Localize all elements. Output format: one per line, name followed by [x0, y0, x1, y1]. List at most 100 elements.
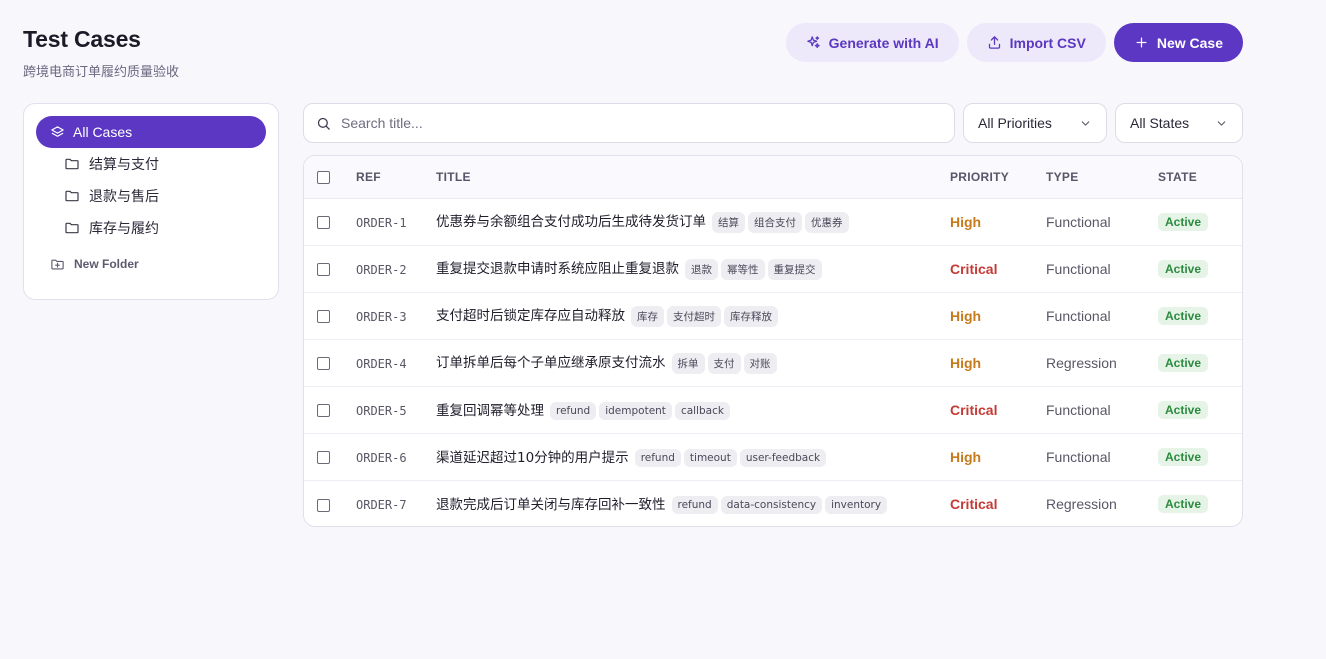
row-checkbox[interactable] [317, 216, 330, 230]
priority-label: High [950, 213, 982, 230]
row-checkbox[interactable] [317, 498, 330, 512]
title-cell: 订单拆单后每个子单应继承原支付流水 拆单 支付 对账 [436, 339, 950, 387]
case-ref: ORDER-1 [356, 215, 407, 230]
priority-filter-value: All Priorities [978, 115, 1052, 131]
type-cell: Functional [1046, 292, 1158, 340]
tag-badge: 支付 [707, 352, 741, 374]
sidebar-folder-item[interactable]: 结算与支付 [36, 148, 266, 180]
status-badge: Active [1158, 306, 1209, 325]
tag-badge: refund [550, 402, 597, 421]
status-badge: Active [1158, 400, 1209, 419]
folder-label: 库存与履约 [89, 221, 159, 237]
case-title-link[interactable]: 渠道延迟超过10分钟的用户提示 [436, 450, 629, 466]
row-checkbox-cell [304, 245, 356, 293]
table-header-row: REF TITLE PRIORITY TYPE STATE [304, 156, 1242, 199]
priority-cell: High [950, 198, 1046, 246]
title-cell: 重复回调幂等处理 refund idempotent callback [436, 386, 950, 434]
folder-plus-icon [51, 259, 64, 269]
state-cell: Active [1158, 386, 1242, 434]
sidebar-item-all-cases[interactable]: All Cases [36, 116, 266, 148]
tag-badge: 支付超时 [667, 305, 721, 327]
case-ref: ORDER-4 [356, 356, 407, 371]
type-cell: Regression [1046, 339, 1158, 387]
chevron-down-icon [1217, 120, 1226, 126]
priority-label: High [950, 307, 982, 324]
type-cell: Regression [1046, 480, 1158, 526]
priority-cell: High [950, 339, 1046, 387]
sidebar-folder-item[interactable]: 退款与售后 [36, 180, 266, 212]
table-row[interactable]: ORDER-6 渠道延迟超过10分钟的用户提示 refund timeout user-… [304, 433, 1242, 481]
table-row[interactable]: ORDER-4 订单拆单后每个子单应继承原支付流水 拆单 支付 对账 High Regres… [304, 339, 1242, 387]
tag-badge: 重复提交 [767, 258, 822, 280]
column-header-priority[interactable]: PRIORITY [950, 156, 1046, 199]
column-header-state[interactable]: STATE [1158, 156, 1242, 199]
select-all-checkbox[interactable] [317, 170, 330, 184]
layers-icon [51, 125, 64, 137]
row-checkbox[interactable] [317, 357, 330, 371]
type-cell: Functional [1046, 386, 1158, 434]
state-cell: Active [1158, 433, 1242, 481]
search-input[interactable] [341, 115, 921, 131]
new-case-button[interactable]: New Case [1113, 23, 1243, 62]
ref-cell: ORDER-6 [356, 433, 436, 481]
ref-cell: ORDER-7 [356, 480, 436, 526]
table-row[interactable]: ORDER-5 重复回调幂等处理 refund idempotent callback C… [304, 386, 1242, 434]
sidebar-folder-item[interactable]: 库存与履约 [36, 212, 266, 244]
row-checkbox[interactable] [317, 404, 330, 418]
search-icon [317, 117, 330, 130]
title-cell: 优惠券与余额组合支付成功后生成待发货订单 结算 组合支付 优惠券 [436, 198, 950, 246]
tag-badge: refund [634, 449, 681, 468]
row-checkbox[interactable] [317, 263, 330, 277]
type-label: Functional [1046, 448, 1111, 465]
table-row[interactable]: ORDER-2 重复提交退款申请时系统应阻止重复退款 退款 幂等性 重复提交 Critic… [304, 245, 1242, 293]
state-cell: Active [1158, 339, 1242, 387]
sparkles-icon [806, 36, 820, 49]
row-checkbox[interactable] [317, 310, 330, 324]
ref-cell: ORDER-2 [356, 245, 436, 293]
state-filter-select[interactable]: All States [1115, 103, 1243, 143]
column-header-title[interactable]: TITLE [436, 156, 950, 199]
case-title-link[interactable]: 重复回调幂等处理 [436, 403, 544, 419]
ref-cell: ORDER-1 [356, 198, 436, 246]
case-ref: ORDER-7 [356, 497, 407, 512]
import-csv-button[interactable]: Import CSV [966, 23, 1106, 62]
tag-badge: 组合支付 [748, 211, 802, 233]
generate-ai-button[interactable]: Generate with AI [785, 23, 959, 62]
priority-label: Critical [950, 401, 998, 418]
import-csv-label: Import CSV [1009, 34, 1086, 51]
status-badge: Active [1158, 447, 1209, 466]
tag-badge: 对账 [743, 352, 777, 374]
state-filter-value: All States [1130, 115, 1190, 131]
chevron-down-icon [1081, 120, 1090, 126]
table-row[interactable]: ORDER-3 支付超时后锁定库存应自动释放 库存 支付超时 库存释放 High Funct… [304, 292, 1242, 340]
new-folder-button[interactable]: New Folder [36, 248, 266, 280]
row-checkbox-cell [304, 433, 356, 481]
type-label: Functional [1046, 307, 1111, 324]
generate-ai-label: Generate with AI [828, 34, 939, 51]
state-cell: Active [1158, 198, 1242, 246]
row-checkbox[interactable] [317, 451, 330, 465]
case-title-link[interactable]: 退款完成后订单关闭与库存回补一致性 [436, 497, 666, 513]
case-ref: ORDER-2 [356, 262, 407, 277]
folder-icon [65, 222, 79, 234]
tag-badge: idempotent [599, 402, 672, 421]
column-header-type[interactable]: TYPE [1046, 156, 1158, 199]
table-row[interactable]: ORDER-1 优惠券与余额组合支付成功后生成待发货订单 结算 组合支付 优惠券 High… [304, 198, 1242, 246]
type-label: Functional [1046, 401, 1111, 418]
status-badge: Active [1158, 259, 1209, 278]
priority-label: High [950, 354, 982, 371]
priority-cell: High [950, 292, 1046, 340]
title-cell: 支付超时后锁定库存应自动释放 库存 支付超时 库存释放 [436, 292, 950, 340]
type-label: Regression [1046, 495, 1117, 512]
page-title: Test Cases [23, 26, 141, 52]
case-title-link[interactable]: 支付超时后锁定库存应自动释放 [436, 308, 625, 324]
case-title-link[interactable]: 重复提交退款申请时系统应阻止重复退款 [436, 261, 679, 277]
table-row[interactable]: ORDER-7 退款完成后订单关闭与库存回补一致性 refund data-consi… [304, 480, 1242, 526]
priority-cell: Critical [950, 386, 1046, 434]
priority-filter-select[interactable]: All Priorities [963, 103, 1107, 143]
ref-cell: ORDER-4 [356, 339, 436, 387]
column-header-ref[interactable]: REF [356, 156, 436, 199]
state-cell: Active [1158, 245, 1242, 293]
case-title-link[interactable]: 订单拆单后每个子单应继承原支付流水 [436, 355, 666, 371]
case-title-link[interactable]: 优惠券与余额组合支付成功后生成待发货订单 [436, 214, 706, 230]
